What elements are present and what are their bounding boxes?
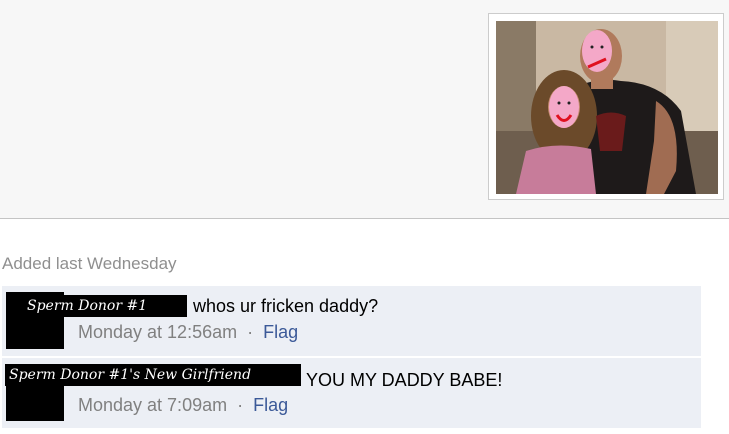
- comment-text: YOU MY DADDY BABE!: [306, 370, 503, 390]
- photo-frame[interactable]: [488, 13, 724, 200]
- added-timestamp: Added last Wednesday: [2, 254, 177, 273]
- comment-item: Sperm Donor #1 whos ur fricken daddy? Mo…: [2, 286, 701, 356]
- comment-time: Monday at 12:56am: [78, 322, 238, 342]
- comment-meta: Monday at 7:09am · Flag: [78, 395, 288, 416]
- comment-meta: Monday at 12:56am · Flag: [78, 322, 298, 343]
- meta-separator: ·: [237, 395, 244, 415]
- face-cover-man: [582, 30, 612, 72]
- comment-item: Sperm Donor #1's New Girlfriend YOU MY D…: [2, 358, 701, 428]
- comment-text: whos ur fricken daddy?: [193, 296, 379, 316]
- meta-separator: ·: [247, 322, 254, 342]
- flag-link[interactable]: Flag: [253, 395, 288, 415]
- comment-author[interactable]: Sperm Donor #1: [9, 295, 187, 317]
- comment-author[interactable]: Sperm Donor #1's New Girlfriend: [5, 364, 301, 386]
- couple-photo[interactable]: [496, 21, 718, 194]
- photo-area: [0, 0, 729, 219]
- flag-link[interactable]: Flag: [263, 322, 298, 342]
- comment-time: Monday at 7:09am: [78, 395, 228, 415]
